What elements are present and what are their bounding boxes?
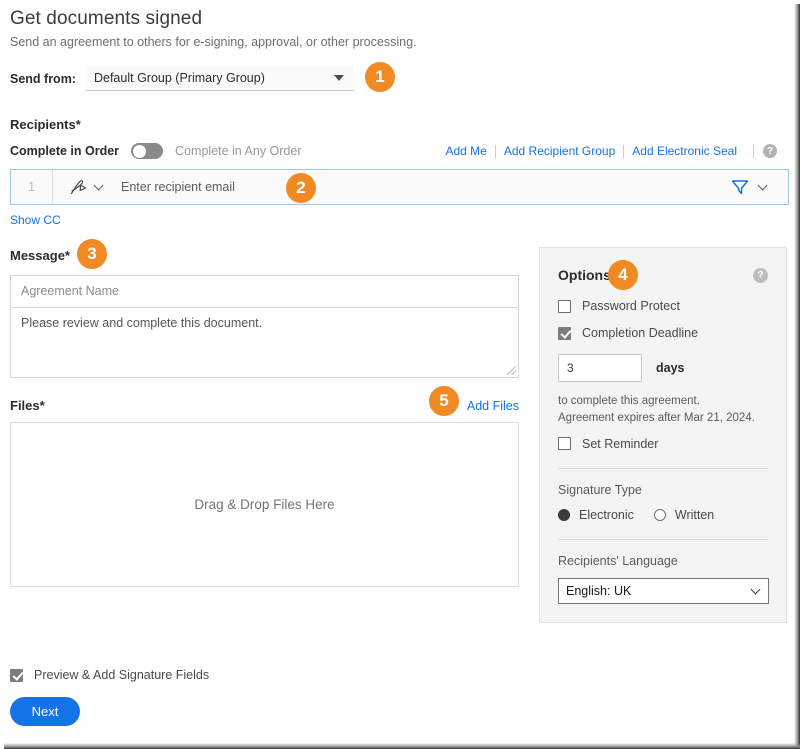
signature-type-radio-group: Electronic Written (558, 508, 768, 522)
link-divider (753, 144, 754, 158)
options-divider (558, 467, 768, 469)
agreement-name-input[interactable]: Agreement Name (10, 275, 519, 308)
filter-delivery-icon (731, 180, 749, 195)
recipient-index: 1 (11, 170, 53, 204)
options-help-icon[interactable]: ? (753, 267, 768, 283)
send-from-label: Send from: (10, 71, 76, 86)
message-label: Message (10, 248, 65, 263)
complete-order-toggle[interactable] (131, 143, 164, 159)
add-files-link[interactable]: Add Files (467, 399, 519, 413)
pen-signature-icon (70, 179, 87, 194)
message-body-value: Please review and complete this document… (21, 316, 263, 330)
left-column: Message* 3 Agreement Name Please review … (10, 239, 519, 623)
toggle-knob (132, 144, 146, 158)
recipient-delivery-selector[interactable] (730, 178, 788, 196)
window-shadow-right (794, 4, 800, 749)
set-reminder-checkbox[interactable] (558, 437, 571, 450)
page-title: Get documents signed (10, 8, 203, 29)
complete-any-order-label: Complete in Any Order (175, 144, 302, 158)
completion-deadline-row[interactable]: Completion Deadline (558, 326, 768, 340)
deadline-days-row: 3 days (558, 354, 768, 382)
app-window: Get documents signed Send an agreement t… (0, 0, 793, 742)
main-columns: Message* 3 Agreement Name Please review … (6, 239, 787, 623)
recipient-row[interactable]: 1 Enter recipient email 2 (10, 169, 789, 205)
signature-electronic-radio[interactable] (558, 508, 570, 521)
recipient-action-links: Add Me Add Recipient Group Add Electroni… (438, 144, 777, 158)
callout-badge-4: 4 (608, 260, 638, 290)
chevron-down-icon (93, 180, 104, 190)
chevron-down-icon (333, 75, 344, 81)
add-me-link[interactable]: Add Me (438, 144, 495, 158)
files-section-header: Files * 5 Add Files (10, 386, 519, 416)
preview-signature-fields-row[interactable]: Preview & Add Signature Fields (10, 668, 209, 682)
recipients-language-value: English: UK (566, 583, 632, 598)
days-unit-label: days (656, 361, 685, 375)
send-from-value: Default Group (Primary Group) (93, 71, 265, 85)
deadline-days-input[interactable]: 3 (558, 354, 642, 382)
recipients-language-select[interactable]: English: UK (558, 577, 769, 604)
signature-written-label: Written (674, 507, 715, 522)
message-body-textarea[interactable]: Please review and complete this document… (10, 308, 519, 378)
complete-order-row: Complete in Order Complete in Any Order … (10, 143, 777, 159)
recipient-email-input[interactable]: Enter recipient email (121, 180, 235, 194)
add-recipient-group-link[interactable]: Add Recipient Group (496, 144, 623, 158)
callout-badge-5: 5 (429, 386, 459, 416)
completion-deadline-checkbox[interactable] (558, 326, 571, 340)
password-protect-row[interactable]: Password Protect (558, 299, 768, 313)
footer: Preview & Add Signature Fields Next (10, 668, 209, 726)
recipients-section-header: Recipients* (10, 116, 777, 134)
page-subtitle: Send an agreement to others for e-signin… (10, 35, 417, 49)
signature-written-radio[interactable] (653, 508, 666, 521)
chevron-down-icon (750, 584, 761, 594)
recipients-required-mark: * (75, 117, 81, 132)
callout-badge-1: 1 (365, 62, 395, 92)
recipient-role-selector[interactable] (53, 179, 104, 196)
right-column: Options 4 ? Password Protect Completion … (539, 247, 787, 623)
options-panel: Options 4 ? Password Protect Completion … (539, 247, 787, 623)
password-protect-checkbox[interactable] (558, 299, 571, 313)
message-required-mark: * (64, 248, 70, 263)
set-reminder-row[interactable]: Set Reminder (558, 437, 768, 451)
dropzone-text: Drag & Drop Files Here (194, 497, 335, 512)
help-icon[interactable]: ? (763, 144, 777, 158)
next-button[interactable]: Next (10, 697, 80, 726)
preview-signature-fields-label: Preview & Add Signature Fields (34, 668, 210, 682)
send-from-row: Send from: Default Group (Primary Group)… (10, 62, 777, 92)
recipients-language-title: Recipients' Language (558, 553, 678, 568)
files-label: Files (10, 398, 40, 413)
set-reminder-label: Set Reminder (582, 436, 659, 451)
message-section-header: Message* 3 (10, 239, 519, 269)
resize-grip-icon[interactable] (507, 366, 516, 375)
send-from-dropdown[interactable]: Default Group (Primary Group) (85, 66, 354, 91)
preview-signature-fields-checkbox[interactable] (10, 668, 23, 682)
screenshot-root: Get documents signed Send an agreement t… (0, 0, 800, 749)
deadline-note-line1: to complete this agreement. (558, 395, 700, 407)
add-electronic-seal-link[interactable]: Add Electronic Seal (624, 144, 745, 158)
callout-badge-2: 2 (286, 173, 316, 203)
password-protect-label: Password Protect (582, 299, 680, 313)
file-dropzone[interactable]: Drag & Drop Files Here (10, 422, 519, 587)
deadline-note: to complete this agreement. Agreement ex… (558, 393, 768, 428)
recipients-label: Recipients (10, 117, 76, 132)
window-shadow-bottom (4, 743, 800, 749)
completion-deadline-label: Completion Deadline (582, 326, 699, 340)
show-cc-link[interactable]: Show CC (10, 213, 61, 227)
complete-in-order-label: Complete in Order (10, 144, 120, 158)
options-header: Options 4 ? (558, 260, 768, 290)
signature-electronic-label: Electronic (579, 507, 634, 522)
callout-badge-3: 3 (77, 239, 107, 269)
options-divider (558, 538, 768, 540)
deadline-note-line2: Agreement expires after Mar 21, 2024. (558, 412, 755, 425)
files-required-mark: * (39, 398, 45, 413)
options-title: Options (558, 267, 611, 283)
signature-type-title: Signature Type (558, 482, 642, 497)
chevron-down-icon (757, 180, 768, 190)
